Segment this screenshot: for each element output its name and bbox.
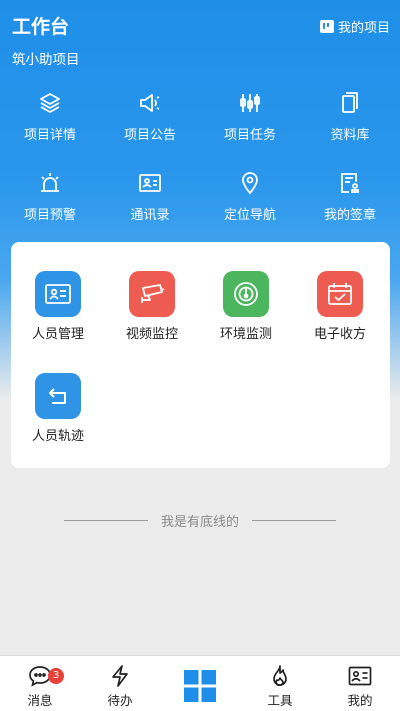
- app-video-surveillance[interactable]: 视频监控: [105, 271, 199, 342]
- menu-item-label: 项目任务: [223, 128, 276, 143]
- quick-menu-grid: 项目详情 项目公告 项目任务 资料库 项目预警 通讯录 定位导航 我的签章: [0, 90, 400, 250]
- location-pin-icon: [237, 170, 263, 196]
- app-label: 电子收方: [313, 327, 366, 342]
- lightning-icon: [108, 665, 132, 687]
- unread-badge: 3: [48, 668, 64, 684]
- contact-card-icon: [137, 170, 163, 196]
- id-card-icon: [35, 271, 81, 317]
- apps-card: 人员管理 视频监控 环境监测 电子收方 人员轨迹: [11, 242, 390, 468]
- divider-line: [251, 519, 336, 521]
- tab-label: 待办: [107, 693, 133, 708]
- menu-item-label: 定位导航: [223, 208, 276, 223]
- menu-item-label: 项目公告: [123, 128, 176, 143]
- profile-card-icon: [348, 665, 372, 687]
- tab-mine[interactable]: 我的: [320, 656, 400, 711]
- menu-item-project-tasks[interactable]: 项目任务: [200, 90, 300, 170]
- menu-item-project-details[interactable]: 项目详情: [0, 90, 100, 170]
- layers-icon: [37, 90, 63, 116]
- menu-item-project-notice[interactable]: 项目公告: [100, 90, 200, 170]
- megaphone-icon: [137, 90, 163, 116]
- app-personnel-track[interactable]: 人员轨迹: [11, 373, 105, 444]
- calendar-check-icon: [317, 271, 363, 317]
- my-project-button[interactable]: 我的项目: [319, 17, 390, 36]
- menu-item-label: 我的签章: [323, 208, 376, 223]
- menu-item-label: 资料库: [330, 128, 370, 143]
- divider-line: [64, 519, 148, 521]
- app-label: 人员管理: [31, 327, 84, 342]
- sliders-icon: [237, 90, 263, 116]
- tab-todo[interactable]: 待办: [80, 656, 160, 711]
- tab-messages[interactable]: 3 消息: [0, 656, 80, 711]
- documents-icon: [337, 90, 363, 116]
- app-label: 视频监控: [125, 327, 178, 342]
- app-label: 环境监测: [219, 327, 272, 342]
- grid-icon: [183, 669, 217, 703]
- gauge-icon: [223, 271, 269, 317]
- menu-item-library[interactable]: 资料库: [300, 90, 400, 170]
- tab-tools[interactable]: 工具: [240, 656, 320, 711]
- tab-label: 工具: [267, 693, 293, 708]
- menu-item-contacts[interactable]: 通讯录: [100, 170, 200, 250]
- alarm-light-icon: [37, 170, 63, 196]
- app-label: 人员轨迹: [31, 429, 84, 444]
- seal-document-icon: [337, 170, 363, 196]
- tab-label: 我的: [347, 693, 373, 708]
- app-electronic-receipt[interactable]: 电子收方: [293, 271, 387, 342]
- tab-home[interactable]: [160, 656, 240, 711]
- header-bar: 工作台 我的项目: [12, 12, 390, 40]
- menu-item-navigation[interactable]: 定位导航: [200, 170, 300, 250]
- flame-icon: [268, 665, 292, 687]
- project-board-icon: [319, 20, 334, 33]
- end-of-list-text: 我是有底线的: [160, 514, 239, 530]
- my-project-label: 我的项目: [337, 21, 390, 36]
- app-personnel-management[interactable]: 人员管理: [11, 271, 105, 342]
- tab-label: 消息: [27, 693, 53, 708]
- cctv-camera-icon: [129, 271, 175, 317]
- bottom-tab-bar: 3 消息 待办 工具 我的: [0, 655, 400, 711]
- menu-item-label: 通讯录: [130, 208, 170, 223]
- page-title: 工作台: [12, 16, 70, 38]
- return-arrow-icon: [35, 373, 81, 419]
- menu-item-project-alert[interactable]: 项目预警: [0, 170, 100, 250]
- menu-item-label: 项目预警: [23, 208, 76, 223]
- app-environment-monitoring[interactable]: 环境监测: [199, 271, 293, 342]
- project-name[interactable]: 筑小助项目: [12, 48, 80, 68]
- menu-item-label: 项目详情: [23, 128, 76, 143]
- menu-item-my-seal[interactable]: 我的签章: [300, 170, 400, 250]
- end-of-list-divider: 我是有底线的: [64, 512, 336, 530]
